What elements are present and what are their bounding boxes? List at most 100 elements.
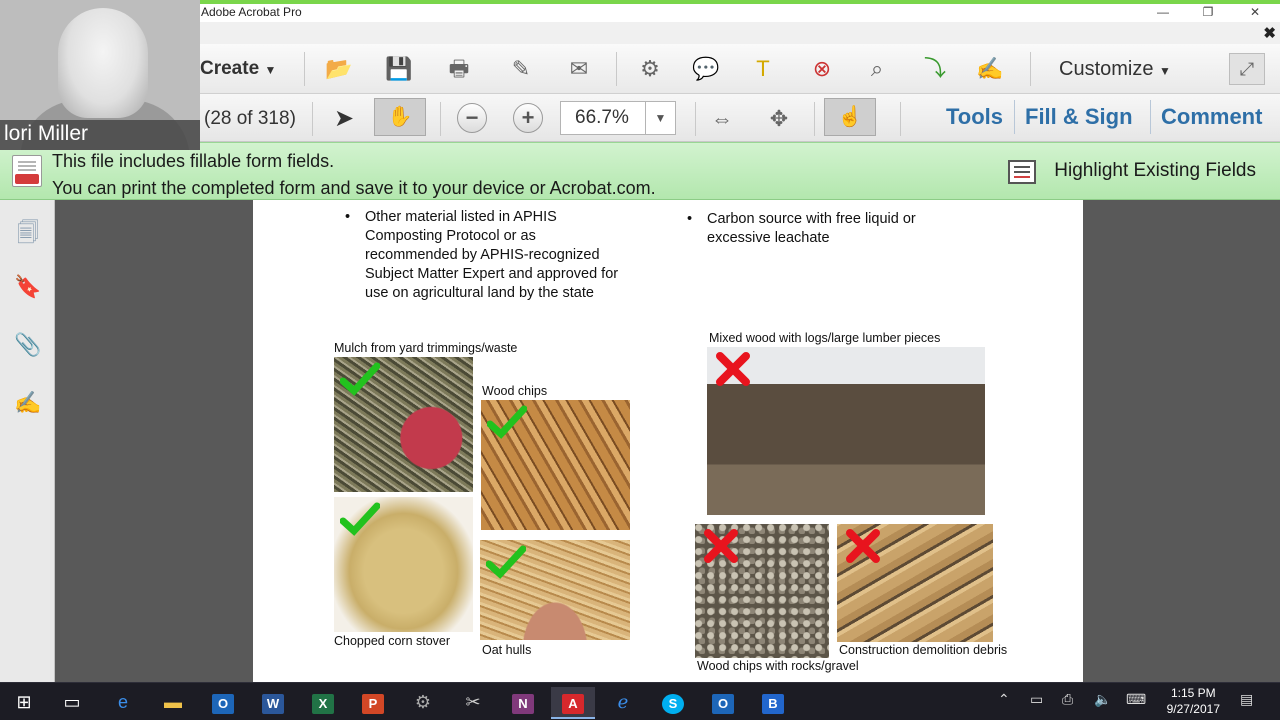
toolbar-divider bbox=[304, 52, 305, 86]
snipping-tool-icon[interactable]: ✂ bbox=[451, 687, 495, 719]
outlook-2-icon[interactable]: O bbox=[701, 687, 745, 719]
internet-explorer-icon[interactable]: ℯ bbox=[601, 687, 645, 719]
fit-page-icon[interactable]: ✥ bbox=[763, 104, 795, 134]
customize-menu[interactable]: Customize ▼ bbox=[1059, 58, 1171, 81]
navigation-toolbar: (28 of 318) ➤ ✋ − + 66.7% ▼ ⇔ ✥ ☝ Tools … bbox=[200, 94, 1280, 142]
attachments-icon[interactable]: 📎 bbox=[14, 332, 42, 360]
onenote-icon[interactable]: N bbox=[501, 687, 545, 719]
toolbar-divider bbox=[616, 52, 617, 86]
delete-page-icon[interactable]: ⊗ bbox=[806, 54, 838, 84]
form-fields-banner: This file includes fillable form fields.… bbox=[0, 142, 1280, 200]
hand-tool-icon[interactable]: ✋ bbox=[374, 98, 426, 136]
export-icon[interactable]: ⤵ bbox=[919, 54, 951, 84]
page-count[interactable]: (28 of 318) bbox=[204, 108, 296, 130]
acrobat-icon[interactable]: A bbox=[551, 687, 595, 719]
gear-icon[interactable]: ⚙ bbox=[634, 54, 666, 84]
clock-date: 9/27/2017 bbox=[1166, 702, 1220, 716]
print-icon[interactable]: 🖶 bbox=[443, 54, 475, 84]
select-cursor-icon[interactable]: ➤ bbox=[328, 104, 360, 134]
toolbar-divider bbox=[814, 102, 815, 136]
close-document-button[interactable]: ✖ bbox=[1263, 24, 1276, 42]
clock-time: 1:15 PM bbox=[1170, 686, 1216, 700]
pane-divider bbox=[1014, 100, 1015, 134]
show-hidden-icons[interactable]: ⌃ bbox=[998, 691, 1010, 708]
save-icon[interactable]: 💾 bbox=[383, 54, 415, 84]
bookmarks-icon[interactable]: 🔖 bbox=[14, 274, 42, 302]
sign-icon[interactable]: ✍ bbox=[974, 54, 1006, 84]
word-icon[interactable]: W bbox=[251, 687, 295, 719]
caption-rocks: Wood chips with rocks/gravel bbox=[697, 659, 859, 673]
keyboard-icon[interactable]: ⌨ bbox=[1126, 691, 1146, 708]
webcam-overlay: lori Miller bbox=[0, 0, 200, 150]
toolbar-divider bbox=[312, 102, 313, 136]
banner-message-line2: You can print the completed form and sav… bbox=[52, 178, 656, 198]
caption-corn-stover: Chopped corn stover bbox=[334, 634, 451, 648]
cross-icon bbox=[846, 529, 880, 563]
task-view-icon[interactable]: ▭ bbox=[50, 687, 94, 719]
rocks-photo bbox=[695, 524, 829, 658]
expand-icon[interactable]: ⤢ bbox=[1229, 53, 1265, 85]
edit-icon[interactable]: ✎ bbox=[505, 54, 537, 84]
mulch-photo bbox=[334, 357, 473, 492]
search-document-icon[interactable]: ⌕ bbox=[861, 54, 893, 84]
action-center-icon[interactable]: ▤ bbox=[1240, 691, 1253, 708]
main-toolbar: Create ▼ 📂 💾 🖶 ✎ ✉ ⚙ 💬 T ⊗ ⌕ ⤵ ✍ Customi… bbox=[200, 44, 1280, 94]
restore-button[interactable]: ❐ bbox=[1185, 4, 1231, 22]
document-view[interactable]: Other material listed in APHIS Compostin… bbox=[55, 200, 1280, 682]
page-thumbnails-icon[interactable]: 🗐 bbox=[14, 216, 42, 245]
pdf-page: Other material listed in APHIS Compostin… bbox=[253, 200, 1083, 682]
open-folder-icon[interactable]: 📂 bbox=[323, 54, 355, 84]
left-bullet-list: Other material listed in APHIS Compostin… bbox=[341, 208, 631, 303]
caption-mulch: Mulch from yard trimmings/waste bbox=[334, 341, 518, 355]
check-icon bbox=[486, 545, 526, 579]
caption-mixed-wood: Mixed wood with logs/large lumber pieces bbox=[709, 331, 941, 345]
chevron-down-icon[interactable]: ▼ bbox=[645, 102, 675, 134]
volume-icon[interactable]: 🔈 bbox=[1094, 691, 1111, 708]
fill-sign-pane-link[interactable]: Fill & Sign bbox=[1025, 104, 1133, 130]
fit-width-icon[interactable]: ⇔ bbox=[706, 104, 738, 134]
comment-pane-link[interactable]: Comment bbox=[1161, 104, 1262, 130]
network-icon[interactable]: ⎙ bbox=[1062, 691, 1073, 708]
right-bullet-list: Carbon source with free liquid or excess… bbox=[683, 210, 953, 248]
edge-icon[interactable]: e bbox=[101, 687, 145, 719]
highlight-fields-icon[interactable] bbox=[1008, 160, 1036, 184]
signatures-icon[interactable]: ✍ bbox=[14, 390, 42, 418]
zoom-in-icon[interactable]: + bbox=[513, 103, 543, 133]
excel-icon[interactable]: X bbox=[301, 687, 345, 719]
skype-icon[interactable]: S bbox=[651, 687, 695, 719]
close-button[interactable]: ✕ bbox=[1232, 4, 1278, 22]
zoom-level-field[interactable]: 66.7% ▼ bbox=[560, 101, 676, 135]
control-panel-icon[interactable]: ⚙ bbox=[401, 687, 445, 719]
chevron-down-icon: ▼ bbox=[264, 63, 277, 77]
zoom-out-icon[interactable]: − bbox=[457, 103, 487, 133]
highlight-text-icon[interactable]: T bbox=[747, 54, 779, 84]
outlook-icon[interactable]: O bbox=[201, 687, 245, 719]
check-icon bbox=[340, 362, 380, 396]
file-explorer-icon[interactable]: ▬ bbox=[151, 687, 195, 719]
start-icon[interactable]: ⊞ bbox=[2, 687, 46, 719]
battery-icon[interactable]: ▭ bbox=[1030, 691, 1043, 708]
corn-stover-photo bbox=[334, 497, 473, 632]
email-icon[interactable]: ✉ bbox=[563, 54, 595, 84]
demolition-photo bbox=[837, 524, 993, 642]
toolbar-divider bbox=[440, 102, 441, 136]
cross-icon bbox=[716, 352, 750, 386]
toolbar-divider bbox=[900, 102, 901, 136]
toolbar-divider bbox=[695, 102, 696, 136]
cross-icon bbox=[704, 529, 738, 563]
navigation-pane: 🗐 🔖 📎 ✍ bbox=[0, 200, 55, 682]
zoom-value: 66.7% bbox=[575, 107, 629, 128]
highlight-fields-button[interactable]: Highlight Existing Fields bbox=[1054, 160, 1256, 182]
system-clock[interactable]: 1:15 PM 9/27/2017 bbox=[1167, 685, 1220, 717]
powerpoint-icon[interactable]: P bbox=[351, 687, 395, 719]
wood-chips-photo bbox=[481, 400, 630, 530]
caption-demolition: Construction demolition debris bbox=[839, 643, 1008, 657]
tools-pane-link[interactable]: Tools bbox=[946, 104, 1003, 130]
mixed-wood-photo bbox=[707, 347, 985, 515]
create-menu[interactable]: Create ▼ bbox=[200, 58, 276, 80]
oat-hulls-photo bbox=[480, 540, 630, 640]
read-mode-icon[interactable]: ☝ bbox=[824, 98, 876, 136]
bluebeam-icon[interactable]: B bbox=[751, 687, 795, 719]
minimize-button[interactable]: — bbox=[1140, 4, 1186, 22]
comment-bubble-icon[interactable]: 💬 bbox=[690, 54, 722, 84]
